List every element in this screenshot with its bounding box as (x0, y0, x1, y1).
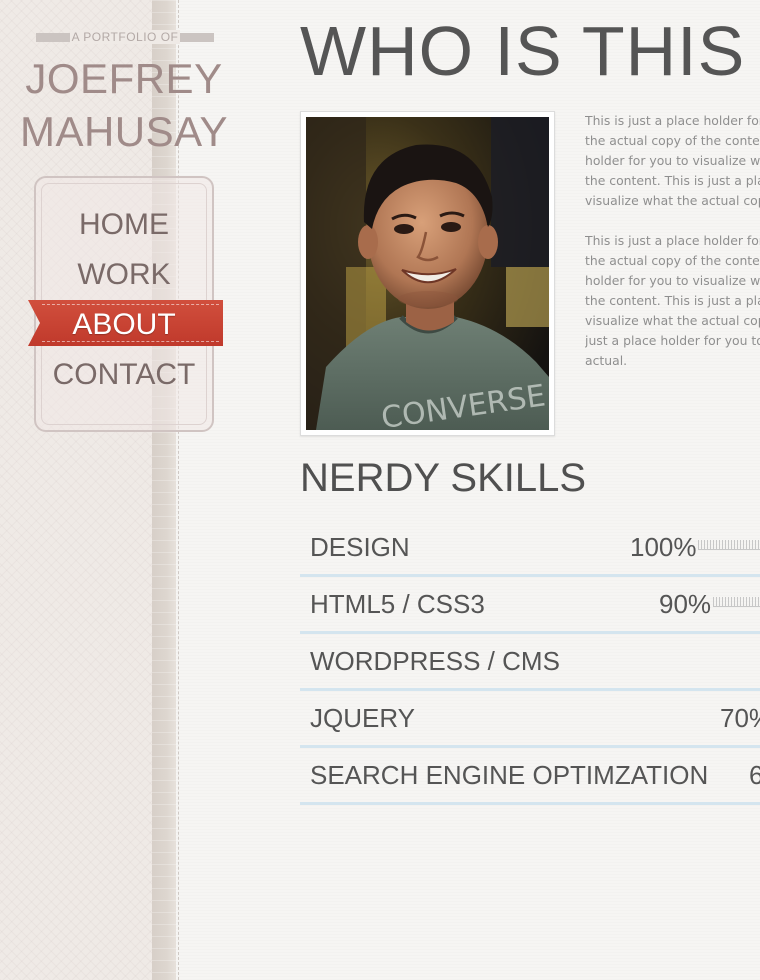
tagline-block: A PORTFOLIO OF (36, 30, 214, 44)
bio-paragraph-2: This is just a place holder for you to v… (585, 233, 760, 368)
name-last: MAHUSAY (19, 108, 229, 155)
profile-photo: CONVERSE (306, 117, 549, 430)
skill-percent: 90% (659, 589, 712, 619)
page: A PORTFOLIO OF JOEFREY MAHUSAY HOME WORK… (0, 0, 760, 980)
name-first: JOEFREY (25, 55, 223, 102)
skill-level-meter (713, 597, 760, 607)
skill-row: WORDPRESS / CMS (300, 634, 760, 691)
skill-name: DESIGN (310, 532, 410, 562)
bio-text: This is just a place holder for you to v… (585, 111, 760, 436)
skill-row: DESIGN 100% (300, 520, 760, 577)
profile-photo-frame: CONVERSE (300, 111, 555, 436)
skill-row: HTML5 / CSS3 90% (300, 577, 760, 634)
skill-name: JQUERY (310, 703, 415, 733)
nav-item-home[interactable]: HOME (34, 205, 214, 245)
skill-row: JQUERY 70% (300, 691, 760, 748)
tagline-text: A PORTFOLIO OF (69, 30, 181, 44)
skill-percent: 60% (749, 760, 760, 790)
nav-item-about[interactable]: ABOUT (34, 305, 214, 345)
skill-row: SEARCH ENGINE OPTIMZATION 60% (300, 748, 760, 805)
skill-name: HTML5 / CSS3 (310, 589, 485, 619)
profile-photo-illustration: CONVERSE (306, 117, 549, 430)
page-title: WHO IS THIS (300, 12, 746, 90)
nav-item-work[interactable]: WORK (34, 255, 214, 295)
skill-percent: 70% (720, 703, 760, 733)
skill-name: WORDPRESS / CMS (310, 646, 560, 676)
skill-name: SEARCH ENGINE OPTIMZATION (310, 760, 709, 790)
skill-percent: 100% (630, 532, 697, 562)
tagline: A PORTFOLIO OF (36, 30, 214, 44)
skill-level-meter (698, 540, 760, 550)
site-owner-name[interactable]: JOEFREY MAHUSAY (0, 52, 248, 158)
nav-item-contact[interactable]: CONTACT (34, 355, 214, 395)
bio-paragraph-1: This is just a place holder for you to v… (585, 113, 760, 208)
skills-list: DESIGN 100% HTML5 / CSS3 90% WORDPRESS /… (300, 520, 760, 805)
skills-heading: NERDY SKILLS (300, 456, 587, 500)
